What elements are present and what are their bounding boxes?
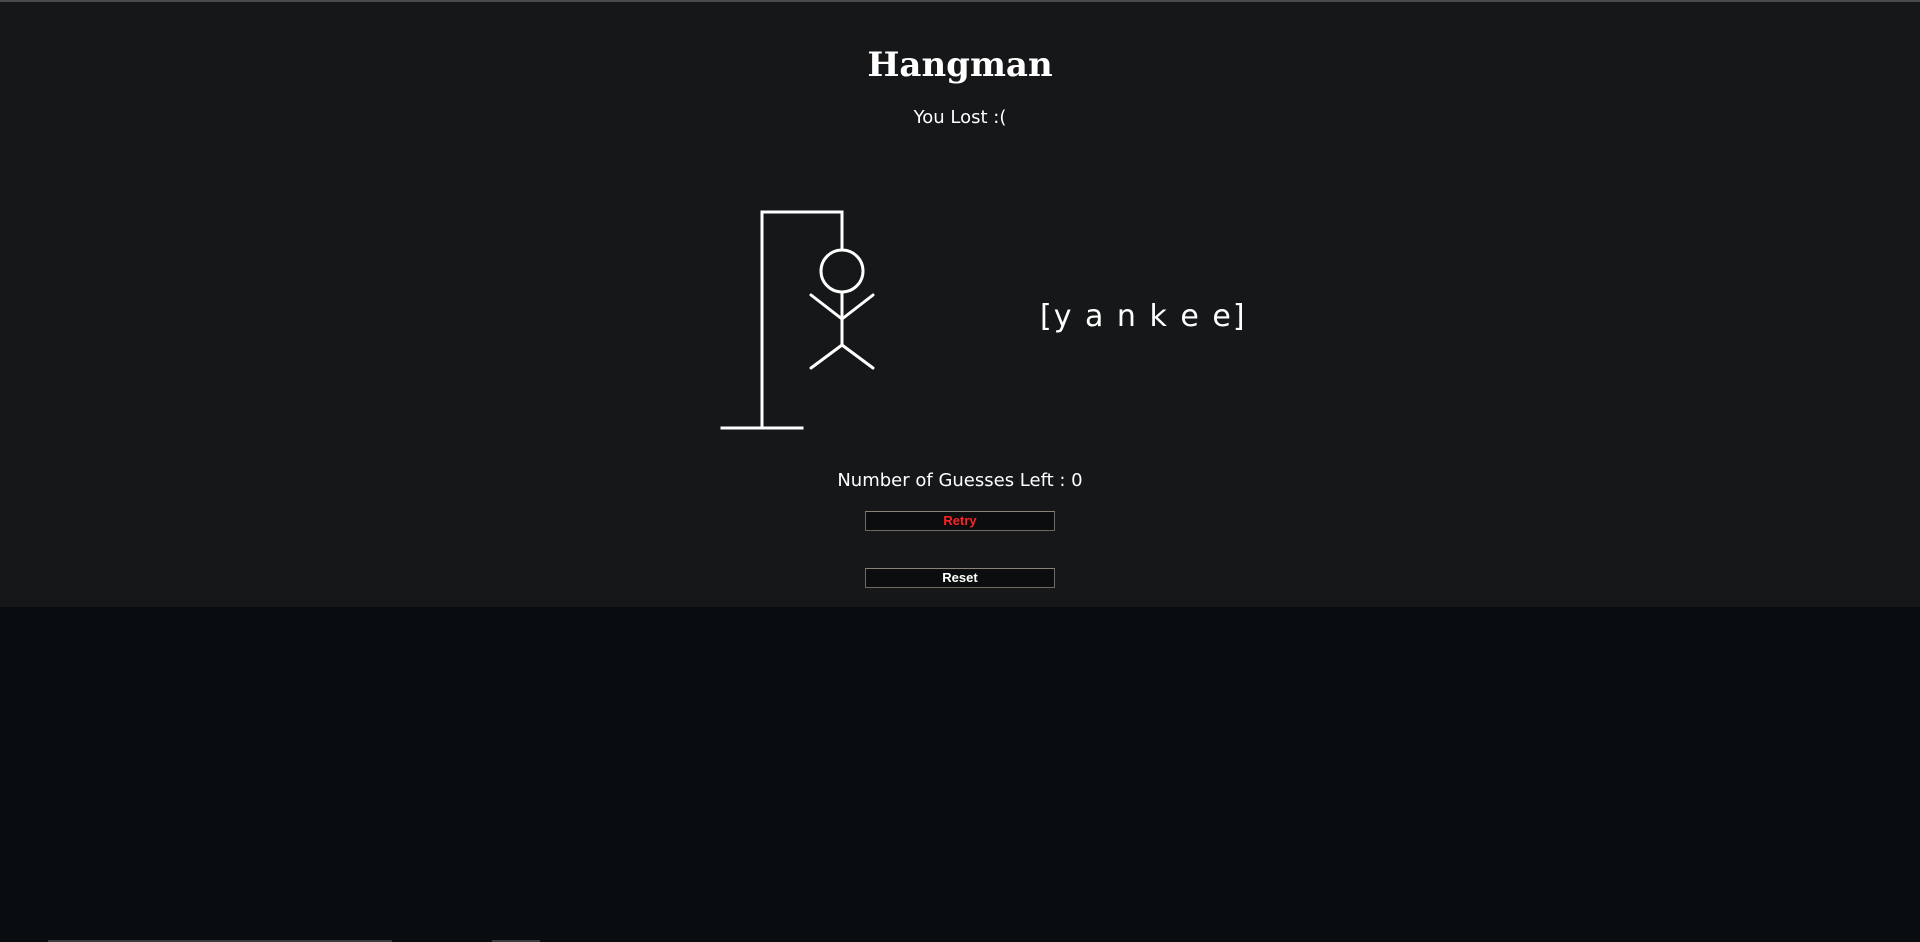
hangman-left-arm	[809, 293, 844, 321]
retry-button[interactable]: Retry	[865, 511, 1055, 531]
hangman-head	[819, 248, 865, 294]
game-status: You Lost :(	[913, 107, 1007, 128]
hangman-left-leg	[809, 343, 844, 370]
hangman-drawing	[720, 210, 875, 430]
reset-button[interactable]: Reset	[865, 568, 1055, 588]
revealed-word: [y a n k e e]	[1040, 299, 1247, 334]
guesses-left: Number of Guesses Left : 0	[837, 470, 1083, 491]
hangman-right-arm	[840, 293, 875, 321]
hangman-right-leg	[840, 343, 875, 370]
page-title: Hangman	[867, 45, 1053, 85]
